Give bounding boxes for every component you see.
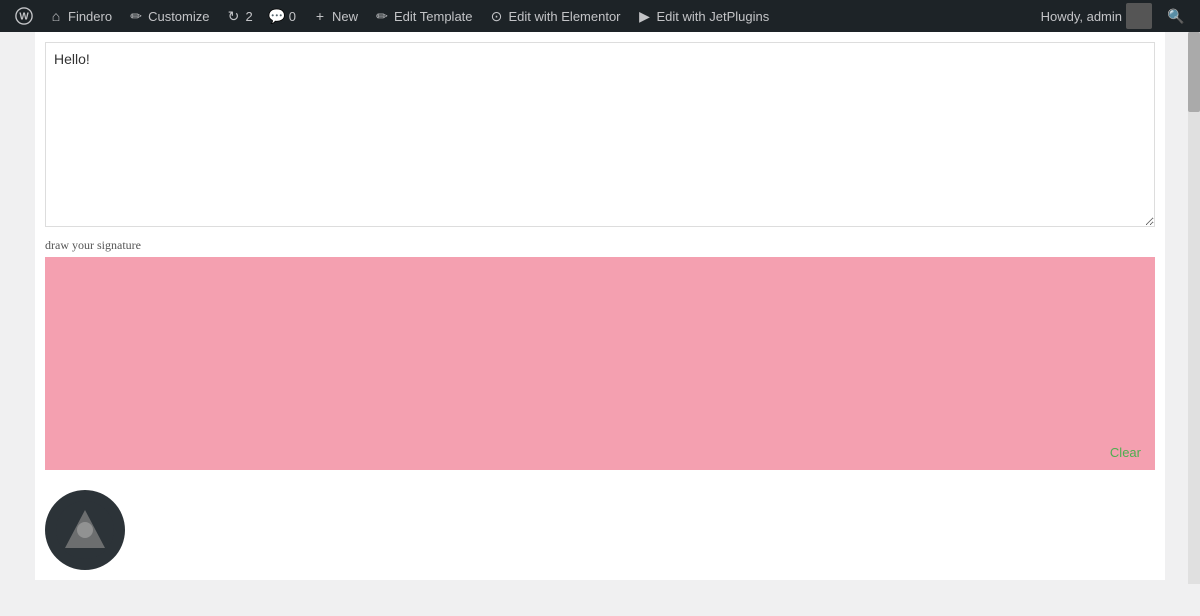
admin-bar: W ⌂ Findero ✏ Customize ↻ 2 💬 0 + New ✏ … [0,0,1200,32]
bottom-avatar [45,490,1155,570]
edit-template-icon: ✏ [374,8,390,24]
findero-icon: ⌂ [48,8,64,24]
edit-jetplugins-label: Edit with JetPlugins [657,9,770,24]
comments-icon: 💬 [269,8,285,24]
scrollbar-track[interactable] [1188,32,1200,584]
updates-icon: ↻ [226,8,242,24]
svg-text:W: W [19,12,29,23]
findero-menu[interactable]: ⌂ Findero [40,0,120,32]
customize-icon: ✏ [128,8,144,24]
search-icon: 🔍 [1168,8,1184,24]
scrollbar-thumb[interactable] [1188,32,1200,112]
findero-label: Findero [68,9,112,24]
new-label: New [332,9,358,24]
updates-count: 2 [246,9,253,24]
main-content: Hello! draw your signature Clear [0,32,1200,584]
comments-count: 0 [289,9,296,24]
signature-section: draw your signature Clear [45,238,1155,470]
howdy-menu[interactable]: Howdy, admin [1033,0,1160,32]
page-body: Hello! draw your signature Clear [35,32,1165,580]
customize-label: Customize [148,9,209,24]
edit-template-label: Edit Template [394,9,473,24]
new-menu[interactable]: + New [304,0,366,32]
content-textarea[interactable]: Hello! [45,42,1155,227]
signature-label: draw your signature [45,238,1155,253]
edit-template-menu[interactable]: ✏ Edit Template [366,0,481,32]
signature-pad[interactable]: Clear [45,257,1155,470]
text-area-wrapper: Hello! [45,42,1155,232]
customize-menu[interactable]: ✏ Customize [120,0,217,32]
updates-menu[interactable]: ↻ 2 [218,0,261,32]
edit-jetplugins-menu[interactable]: ▶ Edit with JetPlugins [629,0,778,32]
avatar [45,490,125,570]
elementor-icon: ⊙ [489,8,505,24]
jetplugins-icon: ▶ [637,8,653,24]
clear-button[interactable]: Clear [1104,443,1147,462]
edit-elementor-menu[interactable]: ⊙ Edit with Elementor [481,0,629,32]
search-button[interactable]: 🔍 [1160,0,1192,32]
edit-elementor-label: Edit with Elementor [509,9,621,24]
comments-menu[interactable]: 💬 0 [261,0,304,32]
howdy-label: Howdy, admin [1041,9,1122,24]
wp-logo[interactable]: W [8,0,40,32]
user-avatar-icon [1126,3,1152,29]
new-icon: + [312,8,328,24]
